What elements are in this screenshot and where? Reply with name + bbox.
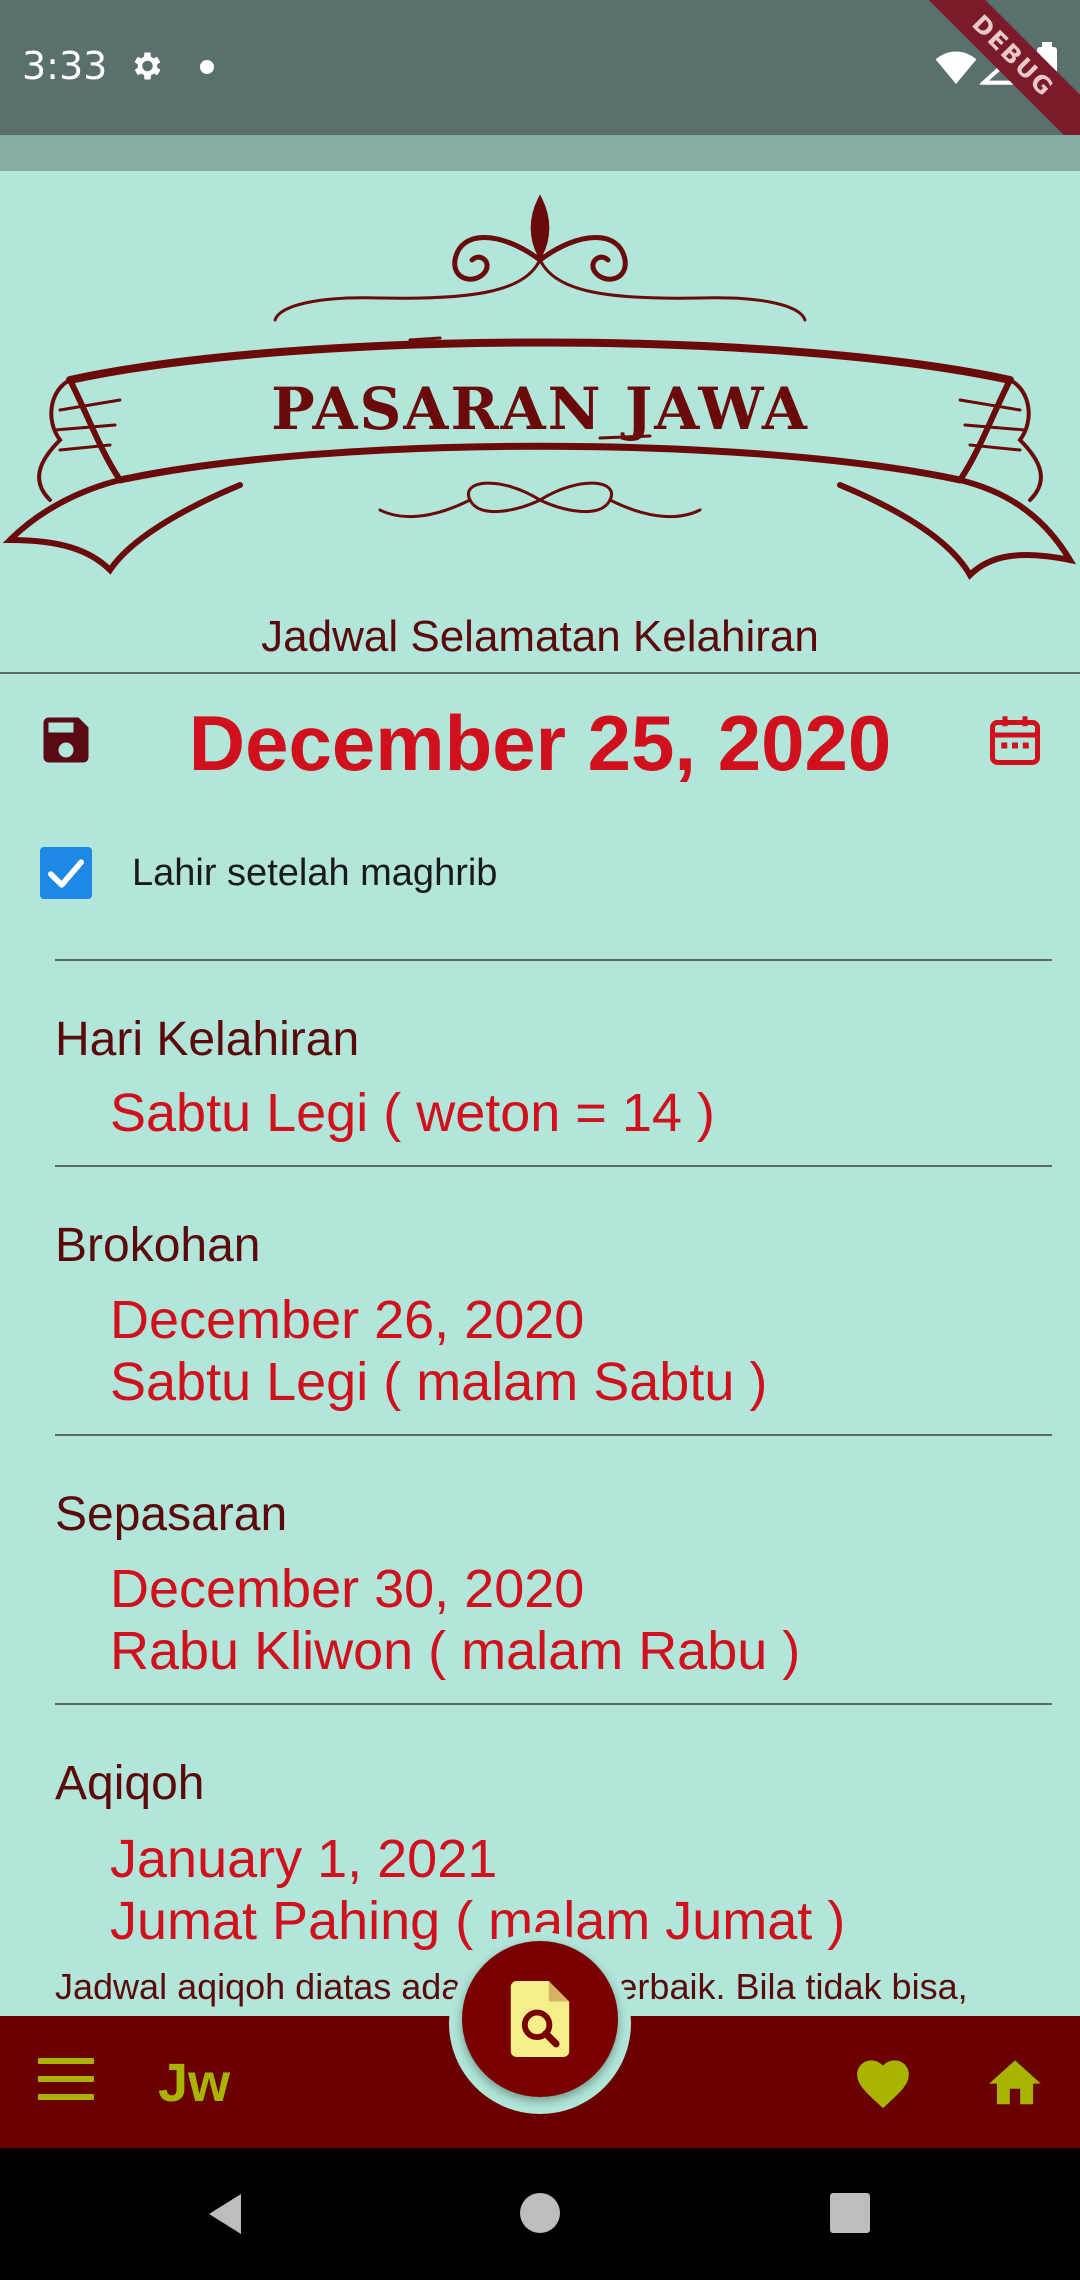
divider	[55, 1434, 1052, 1436]
home-nav-icon[interactable]	[520, 2193, 560, 2233]
section-date-brokohan: December 26, 2020	[110, 1290, 585, 1350]
settings-icon	[134, 52, 161, 80]
notification-dot	[200, 60, 214, 74]
checkmark-icon	[48, 859, 84, 888]
banner-title: PASARAN JAWA	[271, 375, 809, 443]
status-bar: 3:33 DEBUG	[0, 0, 1080, 159]
back-icon[interactable]	[205, 2192, 245, 2236]
section-title-hari-kelahiran: Hari Kelahiran	[55, 1013, 360, 1066]
selected-date[interactable]: December 25, 2020	[140, 698, 940, 789]
section-day-brokohan: Sabtu Legi ( malam Sabtu )	[110, 1352, 768, 1412]
app-bar	[0, 135, 1080, 171]
section-title-brokohan: Brokohan	[55, 1219, 261, 1272]
jw-button[interactable]: Jw	[158, 2052, 230, 2114]
section-title-sepasaran: Sepasaran	[55, 1488, 288, 1541]
save-icon[interactable]	[36, 710, 96, 770]
section-title-aqiqoh: Aqiqoh	[55, 1757, 205, 1810]
recents-icon[interactable]	[830, 2193, 870, 2233]
divider	[0, 672, 1080, 674]
section-value-hari-kelahiran: Sabtu Legi ( weton = 14 )	[110, 1083, 715, 1143]
wifi-icon	[935, 51, 977, 84]
divider	[55, 959, 1052, 961]
calendar-icon[interactable]	[985, 710, 1045, 770]
home-icon[interactable]	[984, 2052, 1046, 2110]
status-time: 3:33	[22, 44, 108, 88]
after-maghrib-label: Lahir setelah maghrib	[132, 852, 498, 894]
header-banner: PASARAN JAWA	[0, 180, 1080, 600]
heart-icon[interactable]	[852, 2052, 914, 2110]
section-day-sepasaran: Rabu Kliwon ( malam Rabu )	[110, 1621, 801, 1681]
divider	[55, 1165, 1052, 1167]
after-maghrib-checkbox[interactable]	[40, 847, 92, 899]
search-document-button[interactable]	[462, 1941, 618, 2097]
section-day-aqiqoh: Jumat Pahing ( malam Jumat )	[110, 1891, 846, 1951]
divider	[55, 1703, 1052, 1705]
menu-icon[interactable]	[38, 2058, 94, 2104]
search-document-icon	[510, 1981, 570, 2057]
section-date-aqiqoh: January 1, 2021	[110, 1829, 498, 1889]
page-subtitle: Jadwal Selamatan Kelahiran	[261, 612, 819, 661]
section-date-sepasaran: December 30, 2020	[110, 1559, 585, 1619]
